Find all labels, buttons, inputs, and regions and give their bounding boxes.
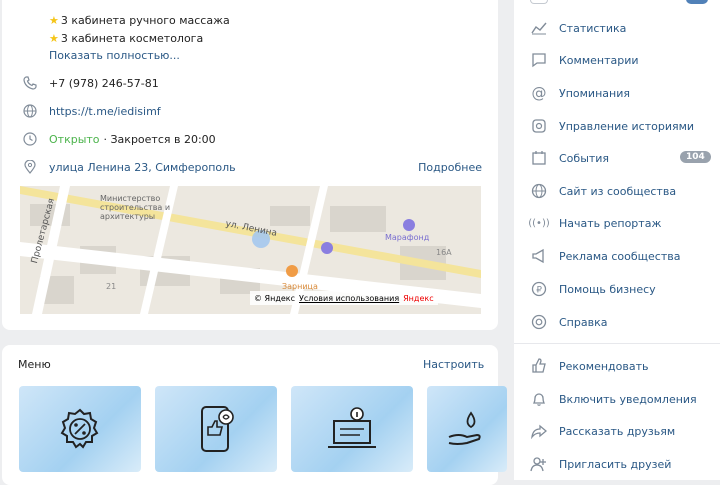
like-icon (530, 357, 548, 375)
sidebar-item-notifications[interactable]: Включить уведомления (530, 389, 720, 409)
site-link[interactable]: https://t.me/iedisimf (49, 105, 161, 118)
globe-icon (22, 103, 38, 119)
map-house-number: 21 (106, 282, 117, 291)
discount-badge-icon (60, 408, 99, 449)
star-icon: ★ (49, 14, 59, 27)
phone-row[interactable]: +7 (978) 246-57-81 (22, 74, 482, 92)
menu-tile-info[interactable] (291, 386, 413, 472)
map-terms-link[interactable]: Условия использования (299, 294, 399, 303)
closing-time: · Закроется в 20:00 (103, 132, 216, 146)
hours-row: Открыто · Закроется в 20:00 (22, 130, 482, 148)
globe-icon (530, 182, 548, 200)
sidebar-item-help[interactable]: Справка (530, 312, 720, 332)
info-card: ★ 3 кабинета ручного массажа ★ 3 кабинета … (2, 0, 498, 330)
sidebar-item-statistics[interactable]: Статистика (530, 18, 720, 38)
star-icon: ★ (49, 32, 59, 45)
events-count-badge: 104 (680, 151, 711, 163)
clock-icon (22, 131, 38, 147)
partial-icon (530, 0, 548, 4)
menu-tile-discount[interactable] (19, 386, 141, 472)
sidebar-item-broadcast[interactable]: ((•)) Начать репортаж (528, 213, 720, 233)
list-item: ★ 3 кабинета косметолога (49, 32, 204, 45)
megaphone-icon (530, 247, 548, 265)
menu-tile-reviews[interactable] (155, 386, 277, 472)
phone-icon (22, 75, 38, 91)
menu-tile-care[interactable] (427, 386, 507, 472)
location-pin-icon (22, 159, 38, 175)
share-icon (530, 422, 548, 440)
stories-icon (530, 117, 548, 135)
sidebar-item-ads[interactable]: Реклама сообщества (530, 246, 720, 266)
bell-icon (530, 390, 548, 408)
map-poi-label: Министерство строительства и архитектуры (100, 194, 171, 221)
address-row[interactable]: улица Ленина 23, Симферополь Подробнее (22, 158, 482, 176)
show-more-link[interactable]: Показать полностью... (49, 49, 180, 62)
help-icon (530, 313, 548, 331)
details-link[interactable]: Подробнее (418, 161, 482, 174)
at-icon: @ (531, 84, 547, 102)
sidebar-item-share[interactable]: Рассказать друзьям (530, 421, 720, 441)
sidebar-item-invite[interactable]: Пригласить друзей (530, 454, 720, 474)
business-icon: ₽ (530, 280, 548, 298)
laptop-info-icon (328, 407, 376, 448)
menu-title: Меню (18, 358, 51, 371)
site-row[interactable]: https://t.me/iedisimf (22, 102, 482, 120)
open-status: Открыто (49, 132, 100, 146)
chart-icon (530, 19, 548, 37)
hand-drop-icon (448, 411, 481, 445)
phone-number: +7 (978) 246-57-81 (49, 76, 159, 90)
address-link[interactable]: улица Ленина 23, Симферополь (49, 161, 236, 174)
partial-badge (686, 0, 708, 4)
map[interactable]: ул. Ленина Пролетарская Министерство стр… (20, 186, 481, 314)
invite-icon (530, 455, 548, 473)
phone-like-icon (201, 406, 234, 452)
map-poi-label: Зарница (282, 282, 318, 291)
sidebar-item-comments[interactable]: Комментарии (530, 50, 720, 70)
map-house-number: 16А (436, 248, 452, 257)
map-attribution: © Яндекс Условия использования Яндекс (250, 291, 438, 305)
sidebar-item-business[interactable]: ₽ Помощь бизнесу (530, 279, 720, 299)
sidebar-item-stories[interactable]: Управление историями (530, 116, 720, 136)
sidebar-item-mentions[interactable]: @ Упоминания (530, 83, 720, 103)
configure-menu-link[interactable]: Настроить (423, 358, 484, 371)
comment-icon (530, 51, 548, 69)
sidebar-item-site[interactable]: Сайт из сообщества (530, 181, 720, 201)
broadcast-icon: ((•)) (528, 217, 550, 229)
list-item: ★ 3 кабинета ручного массажа (49, 14, 230, 27)
sidebar-item-recommend[interactable]: Рекомендовать (530, 356, 720, 376)
svg-text:₽: ₽ (536, 286, 542, 296)
sidebar: Статистика Комментарии @ Упоминания Управ… (514, 0, 720, 480)
events-icon (530, 149, 548, 167)
sidebar-divider (514, 343, 720, 344)
map-poi-label: Марафонд (385, 233, 430, 242)
